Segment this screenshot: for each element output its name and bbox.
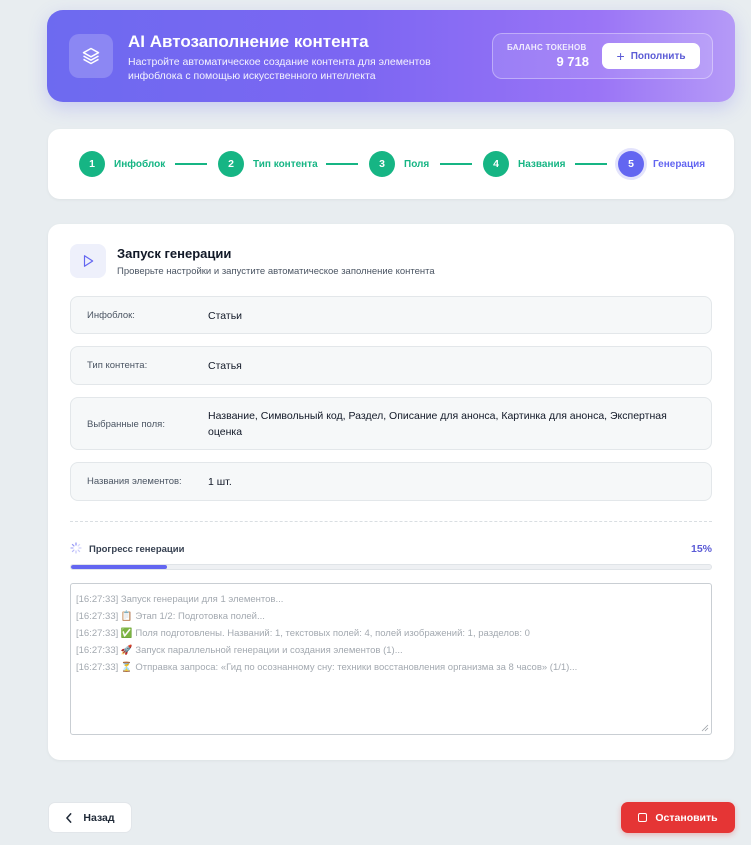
step-infoblock[interactable]: 1 Инфоблок xyxy=(79,151,165,177)
log-line: [16:27:33] ✅ Поля подготовлены. Названий… xyxy=(76,628,530,639)
step-number: 4 xyxy=(483,151,509,177)
step-connector xyxy=(326,163,358,165)
step-connector xyxy=(440,163,472,165)
topup-button[interactable]: + Пополнить xyxy=(602,43,700,69)
summary-value: Статья xyxy=(208,360,242,372)
summary-key: Выбранные поля: xyxy=(87,419,165,430)
step-label: Поля xyxy=(404,158,430,170)
generation-log[interactable]: [16:27:33] Запуск генерации для 1 элемен… xyxy=(70,583,712,735)
step-names[interactable]: 4 Названия xyxy=(483,151,565,177)
page-title: AI Автозаполнение контента xyxy=(128,32,369,51)
stepper: 1 Инфоблок 2 Тип контента 3 Поля 4 Назва… xyxy=(48,129,734,199)
summary-row-content-type: Тип контента: Статья xyxy=(70,346,712,385)
stop-button[interactable]: Остановить xyxy=(621,802,735,833)
summary-key: Названия элементов: xyxy=(87,476,182,487)
resize-grip-icon[interactable] xyxy=(701,724,709,732)
step-content-type[interactable]: 2 Тип контента xyxy=(218,151,318,177)
step-number: 3 xyxy=(369,151,395,177)
back-label: Назад xyxy=(83,811,115,824)
progress-percent: 15% xyxy=(690,543,712,555)
log-line: [16:27:33] 📋 Этап 1/2: Подготовка полей.… xyxy=(76,611,265,622)
step-label: Названия xyxy=(518,158,566,170)
play-icon xyxy=(70,244,106,278)
step-number: 5 xyxy=(618,151,644,177)
summary-row-fields: Выбранные поля: Название, Символьный код… xyxy=(70,397,712,450)
topup-label: Пополнить xyxy=(630,50,686,62)
balance-value: 9 718 xyxy=(556,54,589,69)
log-line: [16:27:33] ⏳ Отправка запроса: «Гид по о… xyxy=(76,662,578,673)
divider xyxy=(70,521,712,522)
plus-icon: + xyxy=(616,48,625,64)
step-generation[interactable]: 5 Генерация xyxy=(618,151,705,177)
progress-label: Прогресс генерации xyxy=(89,544,185,555)
progress-fill xyxy=(71,565,167,569)
summary-row-names: Названия элементов: 1 шт. xyxy=(70,462,712,501)
summary-value: Название, Символьный код, Раздел, Описан… xyxy=(208,410,667,438)
back-button[interactable]: Назад xyxy=(48,802,132,833)
progress-bar xyxy=(70,564,712,570)
chevron-left-icon xyxy=(66,812,72,823)
step-fields[interactable]: 3 Поля xyxy=(369,151,429,177)
step-connector xyxy=(575,163,607,165)
summary-key: Инфоблок: xyxy=(87,310,135,321)
section-subtitle: Проверьте настройки и запустите автомати… xyxy=(117,266,435,277)
step-label: Генерация xyxy=(653,158,706,170)
step-number: 2 xyxy=(218,151,244,177)
summary-value: Статьи xyxy=(208,310,243,322)
spinner-icon xyxy=(70,542,82,554)
step-label: Тип контента xyxy=(253,158,318,170)
header-banner: AI Автозаполнение контента Настройте авт… xyxy=(47,10,735,102)
section-title: Запуск генерации xyxy=(117,246,232,261)
step-label: Инфоблок xyxy=(114,158,166,170)
log-line: [16:27:33] Запуск генерации для 1 элемен… xyxy=(76,594,284,605)
summary-key: Тип контента: xyxy=(87,360,148,371)
token-balance: БАЛАНС ТОКЕНОВ 9 718 + Пополнить xyxy=(492,33,713,79)
stop-label: Остановить xyxy=(655,811,718,824)
summary-value: 1 шт. xyxy=(208,476,232,488)
stop-icon xyxy=(638,813,648,822)
step-connector xyxy=(175,163,207,165)
layers-icon xyxy=(69,34,113,78)
generation-card: Запуск генерации Проверьте настройки и з… xyxy=(48,224,734,760)
balance-label: БАЛАНС ТОКЕНОВ xyxy=(507,43,587,52)
summary-row-infoblock: Инфоблок: Статьи xyxy=(70,296,712,334)
step-number: 1 xyxy=(79,151,105,177)
log-line: [16:27:33] 🚀 Запуск параллельной генерац… xyxy=(76,645,403,656)
page-subtitle: Настройте автоматическое создание контен… xyxy=(128,56,431,82)
